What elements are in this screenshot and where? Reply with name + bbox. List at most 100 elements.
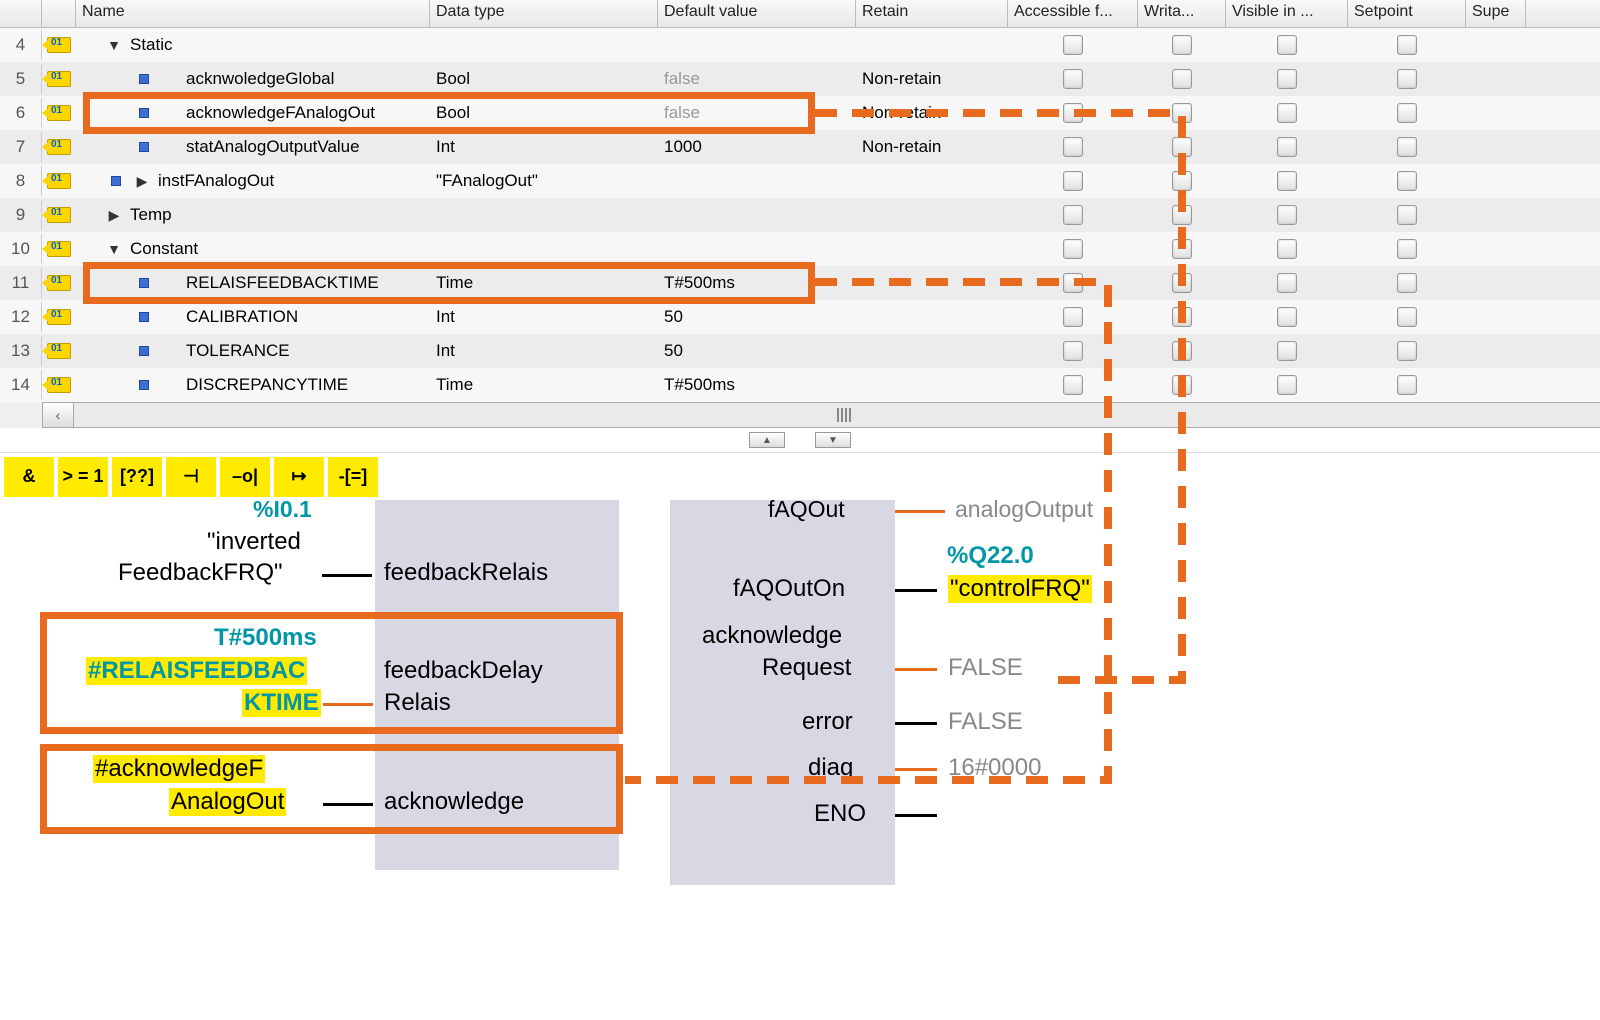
cb-setpoint[interactable]: [1348, 273, 1466, 293]
var-retain[interactable]: Non-retain: [856, 137, 1008, 157]
cb-writable[interactable]: [1138, 273, 1226, 293]
var-name[interactable]: DISCREPANCYTIME: [184, 375, 348, 395]
splitter[interactable]: ▲ ▼: [0, 428, 1600, 452]
header-accessible[interactable]: Accessible f...: [1008, 0, 1138, 27]
cb-visible[interactable]: [1226, 69, 1348, 89]
table-row[interactable]: 12 CALIBRATION Int 50: [0, 300, 1600, 334]
cb-accessible[interactable]: [1008, 273, 1138, 293]
var-name[interactable]: instFAnalogOut: [156, 171, 274, 191]
tb-assign[interactable]: -[=]: [328, 457, 378, 497]
var-datatype[interactable]: Int: [430, 137, 658, 157]
table-row[interactable]: 13 TOLERANCE Int 50: [0, 334, 1600, 368]
var-datatype[interactable]: "FAnalogOut": [430, 171, 658, 191]
cb-visible[interactable]: [1226, 103, 1348, 123]
cb-visible[interactable]: [1226, 375, 1348, 395]
cb-setpoint[interactable]: [1348, 205, 1466, 225]
header-datatype[interactable]: Data type: [430, 0, 658, 27]
tb-box[interactable]: [??]: [112, 457, 162, 497]
var-name[interactable]: TOLERANCE: [184, 341, 290, 361]
var-name[interactable]: Static: [128, 35, 173, 55]
cb-setpoint[interactable]: [1348, 69, 1466, 89]
cb-writable[interactable]: [1138, 103, 1226, 123]
cb-visible[interactable]: [1226, 341, 1348, 361]
cb-writable[interactable]: [1138, 35, 1226, 55]
tb-or[interactable]: > = 1: [58, 457, 108, 497]
cb-accessible[interactable]: [1008, 239, 1138, 259]
horizontal-scrollbar[interactable]: ‹: [0, 402, 1600, 428]
cb-visible[interactable]: [1226, 239, 1348, 259]
cb-visible[interactable]: [1226, 307, 1348, 327]
cb-visible[interactable]: [1226, 273, 1348, 293]
cb-accessible[interactable]: [1008, 375, 1138, 395]
var-name[interactable]: Constant: [128, 239, 198, 259]
cb-writable[interactable]: [1138, 375, 1226, 395]
cb-writable[interactable]: [1138, 171, 1226, 191]
header-writable[interactable]: Writa...: [1138, 0, 1226, 27]
table-row[interactable]: 4 ▼ Static: [0, 28, 1600, 62]
header-name[interactable]: Name: [76, 0, 430, 27]
var-default[interactable]: false: [658, 69, 856, 89]
cb-accessible[interactable]: [1008, 205, 1138, 225]
cb-setpoint[interactable]: [1348, 137, 1466, 157]
table-row[interactable]: 9 ▶ Temp: [0, 198, 1600, 232]
cb-writable[interactable]: [1138, 205, 1226, 225]
cb-visible[interactable]: [1226, 137, 1348, 157]
var-name[interactable]: statAnalogOutputValue: [184, 137, 360, 157]
table-row[interactable]: 10 ▼ Constant: [0, 232, 1600, 266]
var-retain[interactable]: Non-retain: [856, 69, 1008, 89]
cb-setpoint[interactable]: [1348, 375, 1466, 395]
header-visible[interactable]: Visible in ...: [1226, 0, 1348, 27]
table-row[interactable]: 8 ▶ instFAnalogOut "FAnalogOut": [0, 164, 1600, 198]
cb-accessible[interactable]: [1008, 137, 1138, 157]
cb-setpoint[interactable]: [1348, 35, 1466, 55]
expand-icon[interactable]: ▼: [100, 241, 128, 257]
expand-icon[interactable]: ▼: [100, 37, 128, 53]
var-name[interactable]: CALIBRATION: [184, 307, 298, 327]
var-default[interactable]: 50: [658, 341, 856, 361]
scroll-track[interactable]: [74, 402, 1600, 428]
cb-accessible[interactable]: [1008, 69, 1138, 89]
cb-visible[interactable]: [1226, 35, 1348, 55]
var-retain[interactable]: Non-retain: [856, 103, 1008, 123]
tb-neg[interactable]: ⊣: [166, 457, 216, 497]
cb-accessible[interactable]: [1008, 35, 1138, 55]
header-default[interactable]: Default value: [658, 0, 856, 27]
table-row[interactable]: 7 statAnalogOutputValue Int 1000 Non-ret…: [0, 130, 1600, 164]
cb-accessible[interactable]: [1008, 103, 1138, 123]
cb-accessible[interactable]: [1008, 341, 1138, 361]
cb-visible[interactable]: [1226, 205, 1348, 225]
cb-setpoint[interactable]: [1348, 341, 1466, 361]
var-datatype[interactable]: Bool: [430, 69, 658, 89]
cb-writable[interactable]: [1138, 69, 1226, 89]
var-default[interactable]: 50: [658, 307, 856, 327]
header-super[interactable]: Supe: [1466, 0, 1526, 27]
var-name[interactable]: acknwoledgeGlobal: [184, 69, 334, 89]
expand-icon[interactable]: ▶: [128, 173, 156, 190]
cb-writable[interactable]: [1138, 137, 1226, 157]
tb-jump[interactable]: ↦: [274, 457, 324, 497]
cb-accessible[interactable]: [1008, 307, 1138, 327]
var-datatype[interactable]: Int: [430, 341, 658, 361]
cb-setpoint[interactable]: [1348, 103, 1466, 123]
tb-negout[interactable]: –o|: [220, 457, 270, 497]
table-row[interactable]: 5 acknwoledgeGlobal Bool false Non-retai…: [0, 62, 1600, 96]
splitter-up-icon[interactable]: ▲: [749, 432, 785, 448]
cb-visible[interactable]: [1226, 171, 1348, 191]
cb-accessible[interactable]: [1008, 171, 1138, 191]
var-name[interactable]: Temp: [128, 205, 172, 225]
scroll-left-button[interactable]: ‹: [42, 402, 74, 428]
tb-and[interactable]: &: [4, 457, 54, 497]
expand-icon[interactable]: ▶: [100, 207, 128, 224]
header-setpoint[interactable]: Setpoint: [1348, 0, 1466, 27]
var-datatype[interactable]: Time: [430, 375, 658, 395]
var-default[interactable]: T#500ms: [658, 375, 856, 395]
table-row[interactable]: 14 DISCREPANCYTIME Time T#500ms: [0, 368, 1600, 402]
cb-writable[interactable]: [1138, 341, 1226, 361]
header-retain[interactable]: Retain: [856, 0, 1008, 27]
cb-writable[interactable]: [1138, 239, 1226, 259]
var-default[interactable]: 1000: [658, 137, 856, 157]
cb-setpoint[interactable]: [1348, 171, 1466, 191]
cb-writable[interactable]: [1138, 307, 1226, 327]
cb-setpoint[interactable]: [1348, 239, 1466, 259]
var-datatype[interactable]: Int: [430, 307, 658, 327]
